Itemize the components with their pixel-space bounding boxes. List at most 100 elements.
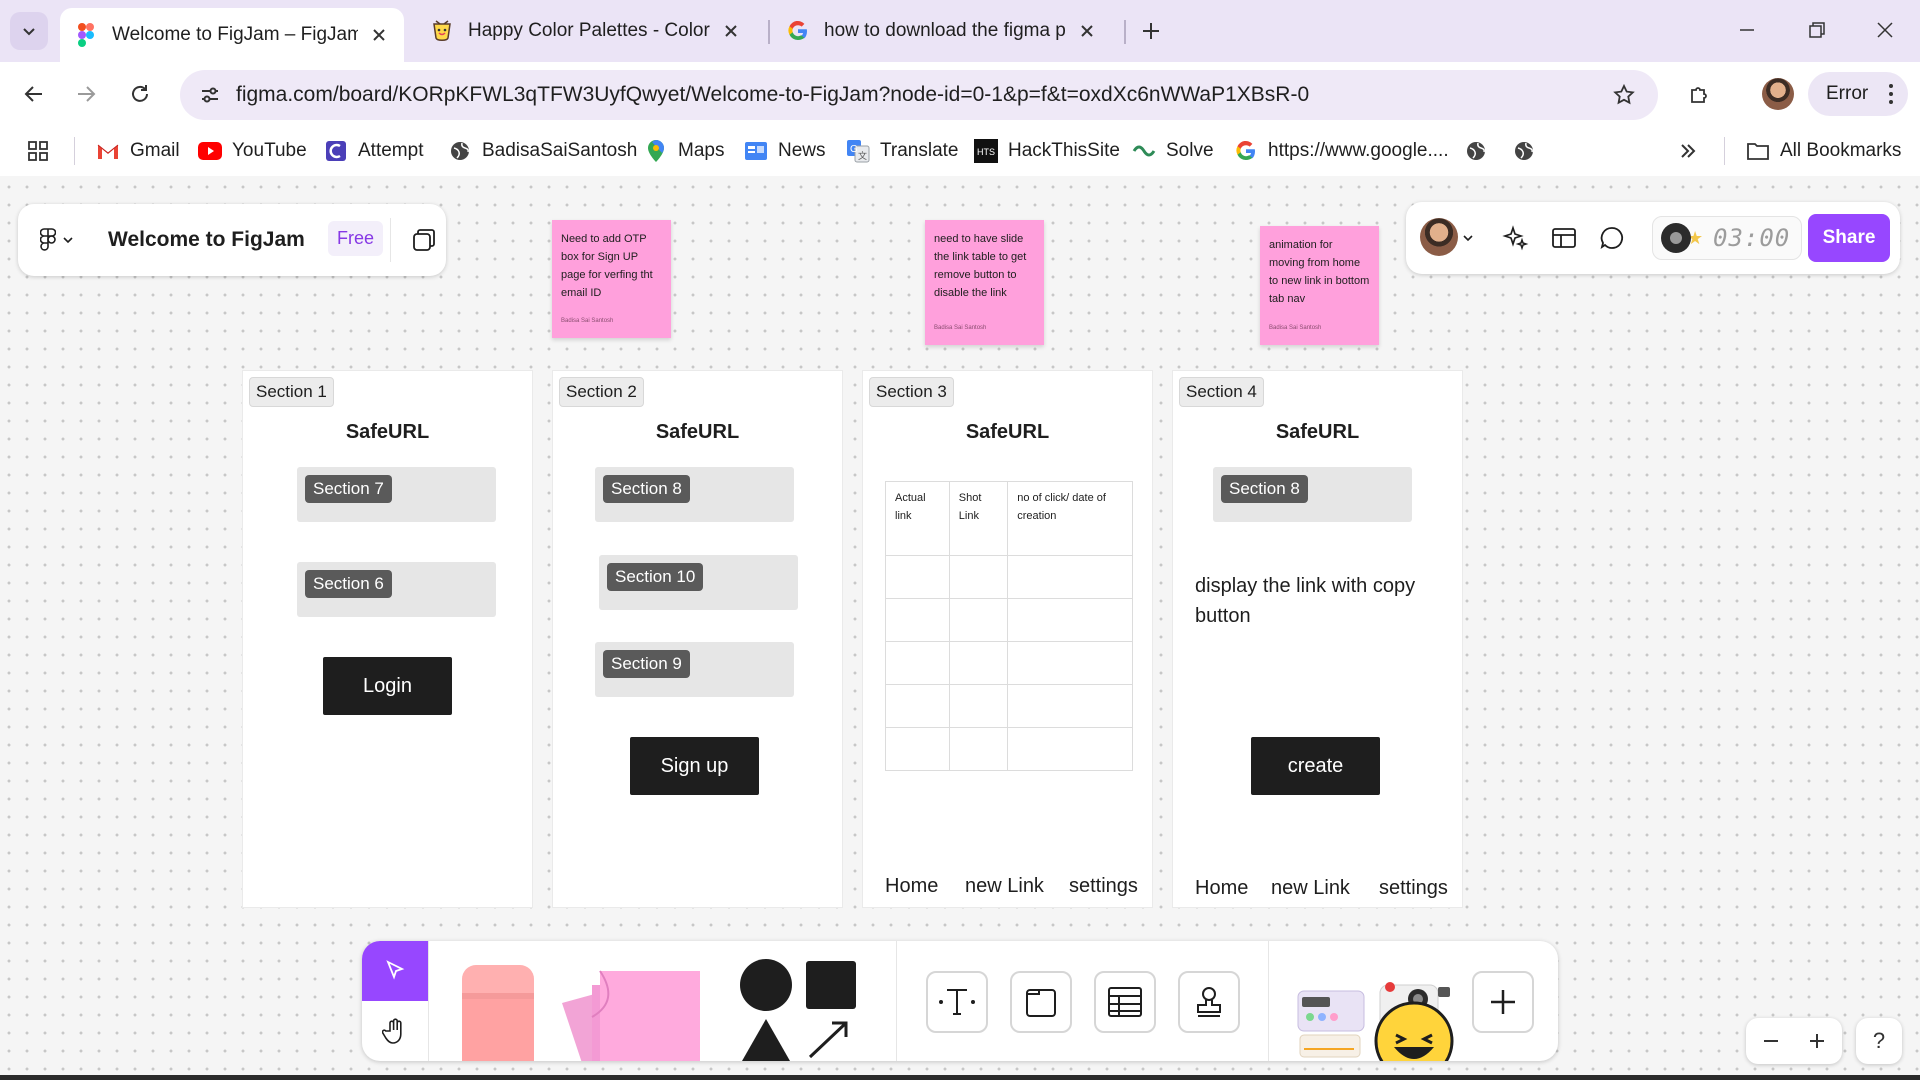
section-label[interactable]: Section 2: [559, 377, 644, 407]
sticky-note-tool[interactable]: [558, 963, 714, 1061]
bookmark-google[interactable]: https://www.google....: [1234, 137, 1449, 165]
section-label[interactable]: Section 1: [249, 377, 334, 407]
section-3-frame[interactable]: Section 3 SafeURL Actual link Shot Link …: [862, 370, 1153, 908]
table-row: [885, 598, 1133, 642]
tab-figjam[interactable]: Welcome to FigJam – FigJam: [60, 8, 404, 62]
section-1-frame[interactable]: Section 1 SafeURL Section 7 Section 6 Lo…: [242, 370, 533, 908]
close-tab-icon[interactable]: [720, 20, 742, 42]
plan-badge[interactable]: Free: [328, 221, 384, 256]
address-bar[interactable]: figma.com/board/KORpKFWL3qTFW3UyfQwyet/W…: [180, 70, 1658, 120]
timer-button[interactable]: ★ 03:00: [1652, 216, 1802, 260]
tab-google-search[interactable]: how to download the figma page: [772, 8, 1112, 54]
move-tool[interactable]: [362, 941, 428, 1001]
layout-button[interactable]: [1548, 222, 1580, 254]
section-block[interactable]: Section 10: [599, 555, 798, 610]
login-button[interactable]: Login: [323, 657, 452, 715]
share-button[interactable]: Share: [1808, 214, 1890, 262]
bookmark-label: Translate: [880, 140, 959, 161]
section-tool[interactable]: [1010, 971, 1072, 1033]
reload-button[interactable]: [120, 74, 160, 114]
bookmark-badisasaisantosh[interactable]: BadisaSaiSantosh: [448, 137, 637, 165]
restore-window-button[interactable]: [1794, 10, 1840, 50]
sticky-note[interactable]: animation for moving from home to new li…: [1260, 226, 1379, 345]
comments-button[interactable]: [1596, 222, 1628, 254]
sticky-note[interactable]: Need to add OTP box for Sign UP page for…: [552, 220, 671, 338]
sign-up-button[interactable]: Sign up: [630, 737, 759, 795]
extensions-button[interactable]: [1680, 74, 1720, 114]
more-bookmarks-button[interactable]: [1676, 137, 1710, 165]
section-label[interactable]: Section 3: [869, 377, 954, 407]
translate-icon: G文: [846, 139, 870, 163]
bookmark-news[interactable]: News: [744, 137, 826, 165]
bookmark-hackthissite[interactable]: HTS HackThisSite: [974, 137, 1120, 165]
widgets-and-templates-tool[interactable]: [1294, 961, 1464, 1061]
zoom-out-button[interactable]: [1756, 1026, 1786, 1056]
zoom-in-button[interactable]: [1802, 1026, 1832, 1056]
more-tools-button[interactable]: [1472, 971, 1534, 1033]
main-menu-button[interactable]: [40, 224, 86, 256]
section-4-frame[interactable]: Section 4 SafeURL Section 8 display the …: [1172, 370, 1463, 908]
user-avatar[interactable]: [1420, 218, 1458, 256]
section-block[interactable]: Section 8: [1213, 467, 1412, 522]
plus-icon: [1143, 23, 1159, 39]
bookmark-globe-1[interactable]: [1464, 137, 1498, 165]
site-info-icon[interactable]: [196, 81, 224, 109]
bookmark-youtube[interactable]: YouTube: [198, 137, 307, 165]
sticky-note[interactable]: need to have slide the link table to get…: [925, 220, 1044, 345]
create-button[interactable]: create: [1251, 737, 1380, 795]
nav-settings[interactable]: settings: [1069, 875, 1138, 898]
section-block[interactable]: Section 9: [595, 642, 794, 697]
text-tool[interactable]: [926, 971, 988, 1033]
double-chevron-right-icon: [1676, 139, 1700, 163]
profile-error-button[interactable]: Error: [1808, 72, 1908, 116]
section-block[interactable]: Section 8: [595, 467, 794, 522]
avatar-menu-button[interactable]: [1458, 222, 1478, 254]
nav-new-link[interactable]: new Link: [965, 875, 1044, 898]
shape-tool[interactable]: [738, 959, 858, 1061]
help-button[interactable]: ?: [1856, 1018, 1902, 1064]
app-title: SafeURL: [965, 421, 1050, 443]
close-window-button[interactable]: [1862, 10, 1908, 50]
file-name[interactable]: Welcome to FigJam: [108, 228, 305, 252]
table-tool[interactable]: [1094, 971, 1156, 1033]
stamp-tool[interactable]: [1178, 971, 1240, 1033]
nav-settings[interactable]: settings: [1379, 877, 1448, 900]
marker-tool[interactable]: [462, 965, 534, 1061]
ai-actions-button[interactable]: [1500, 222, 1532, 254]
apps-button[interactable]: [26, 137, 60, 165]
bookmark-gmail[interactable]: Gmail: [96, 137, 180, 165]
section-label[interactable]: Section 4: [1179, 377, 1264, 407]
hand-tool[interactable]: [362, 1001, 428, 1061]
figma-logo-icon: [40, 228, 56, 251]
pages-button[interactable]: [408, 224, 440, 256]
nav-new-link[interactable]: new Link: [1271, 877, 1350, 900]
section-block[interactable]: Section 7: [297, 467, 496, 522]
nav-home[interactable]: Home: [1195, 877, 1248, 900]
minimize-icon: [1740, 29, 1754, 31]
forward-button[interactable]: [66, 74, 106, 114]
new-tab-button[interactable]: [1134, 14, 1168, 48]
close-tab-icon[interactable]: [1076, 20, 1098, 42]
bookmark-translate[interactable]: G文 Translate: [846, 137, 959, 165]
section-block[interactable]: Section 6: [297, 562, 496, 617]
bookmark-label: YouTube: [232, 140, 307, 161]
minimize-window-button[interactable]: [1724, 10, 1770, 50]
sticky-text: need to have slide the link table to get…: [934, 233, 1027, 299]
link-table[interactable]: Actual link Shot Link no of click/ date …: [885, 481, 1133, 771]
close-tab-icon[interactable]: [368, 24, 390, 46]
bookmark-globe-2[interactable]: [1512, 137, 1546, 165]
bookmark-attempt[interactable]: Attempt: [324, 137, 423, 165]
tab-colorhunt[interactable]: Happy Color Palettes - Color Hunt: [416, 8, 756, 54]
back-button[interactable]: [14, 74, 54, 114]
nav-home[interactable]: Home: [885, 875, 938, 898]
tab-search-button[interactable]: [10, 12, 48, 50]
bookmark-star-icon[interactable]: [1610, 81, 1638, 109]
section-2-frame[interactable]: Section 2 SafeURL Section 8 Section 10 S…: [552, 370, 843, 908]
google-icon: [786, 19, 810, 43]
bookmark-maps[interactable]: Maps: [644, 137, 724, 165]
figjam-canvas[interactable]: Welcome to FigJam Free ★ 03:00 Share Nee…: [0, 178, 1920, 1075]
bookmark-solve[interactable]: Solve: [1132, 137, 1214, 165]
all-bookmarks-button[interactable]: All Bookmarks: [1746, 137, 1901, 165]
timer-icon: [1661, 223, 1691, 253]
profile-avatar[interactable]: [1762, 78, 1794, 110]
